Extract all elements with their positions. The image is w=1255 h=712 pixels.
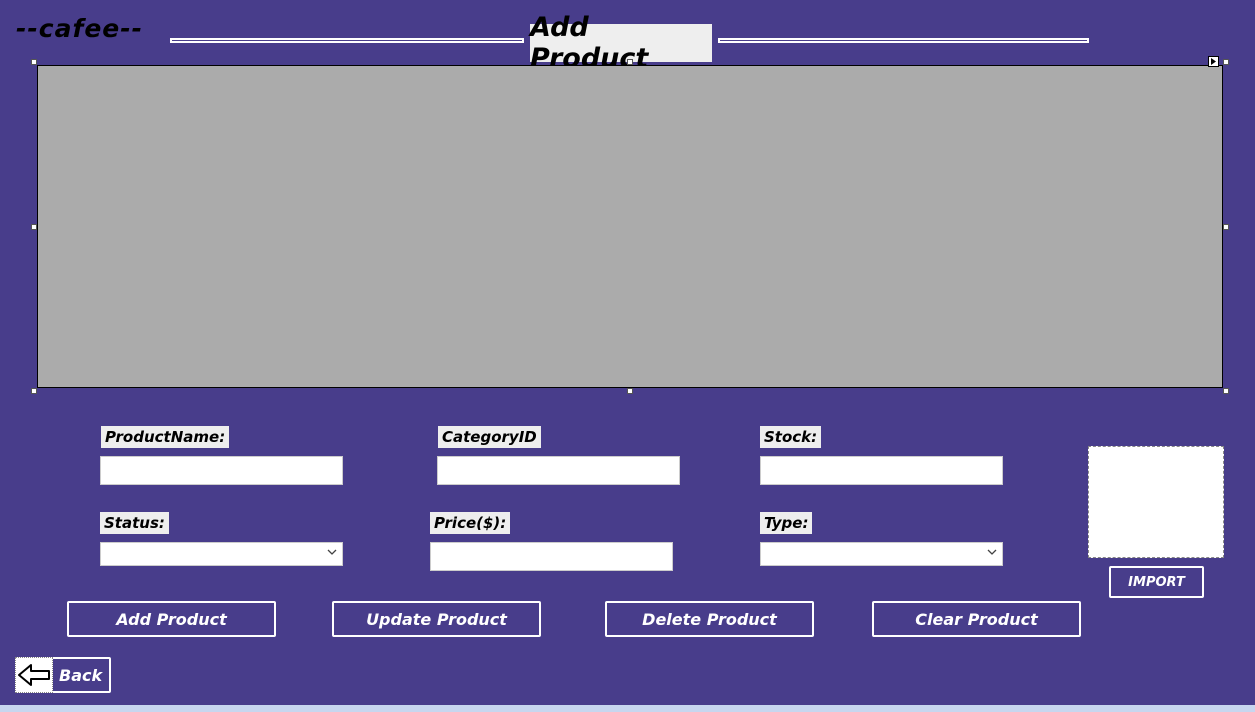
category-id-input[interactable] xyxy=(437,456,680,485)
import-button[interactable]: IMPORT xyxy=(1109,566,1204,598)
product-image-box[interactable] xyxy=(1088,446,1224,558)
category-id-label: CategoryID xyxy=(438,426,541,448)
product-name-label: ProductName: xyxy=(101,426,230,448)
clear-product-button[interactable]: Clear Product xyxy=(872,601,1081,637)
resize-handle-top-left[interactable] xyxy=(31,59,37,65)
brand-title: --cafee-- xyxy=(16,14,143,43)
status-label: Status: xyxy=(100,512,169,534)
back-button[interactable]: Back xyxy=(15,657,111,693)
product-name-input[interactable] xyxy=(100,456,343,485)
resize-handle-top[interactable] xyxy=(627,59,633,65)
add-product-button[interactable]: Add Product xyxy=(67,601,276,637)
back-arrow-icon xyxy=(15,657,53,693)
product-data-grid[interactable] xyxy=(37,65,1223,388)
delete-product-button[interactable]: Delete Product xyxy=(605,601,814,637)
resize-handle-bottom-right[interactable] xyxy=(1223,388,1229,394)
resize-handle-right[interactable] xyxy=(1223,224,1229,230)
resize-handle-top-right[interactable] xyxy=(1223,59,1229,65)
title-right-rule xyxy=(718,38,1089,43)
stock-input[interactable] xyxy=(760,456,1003,485)
title-left-rule xyxy=(170,38,524,43)
price-label: Price($): xyxy=(430,512,511,534)
resize-handle-bottom-left[interactable] xyxy=(31,388,37,394)
resize-handle-bottom[interactable] xyxy=(627,388,633,394)
price-input[interactable] xyxy=(430,542,673,571)
chevron-down-icon xyxy=(987,549,997,555)
stock-label: Stock: xyxy=(760,426,822,448)
smart-tag-arrow-icon[interactable] xyxy=(1208,56,1219,67)
bottom-border-strip xyxy=(0,705,1255,712)
status-dropdown[interactable] xyxy=(100,542,343,566)
resize-handle-left[interactable] xyxy=(31,224,37,230)
page-title: Add Product xyxy=(530,12,712,74)
type-label: Type: xyxy=(760,512,813,534)
chevron-down-icon xyxy=(327,549,337,555)
update-product-button[interactable]: Update Product xyxy=(332,601,541,637)
type-dropdown[interactable] xyxy=(760,542,1003,566)
back-button-label: Back xyxy=(59,665,103,685)
